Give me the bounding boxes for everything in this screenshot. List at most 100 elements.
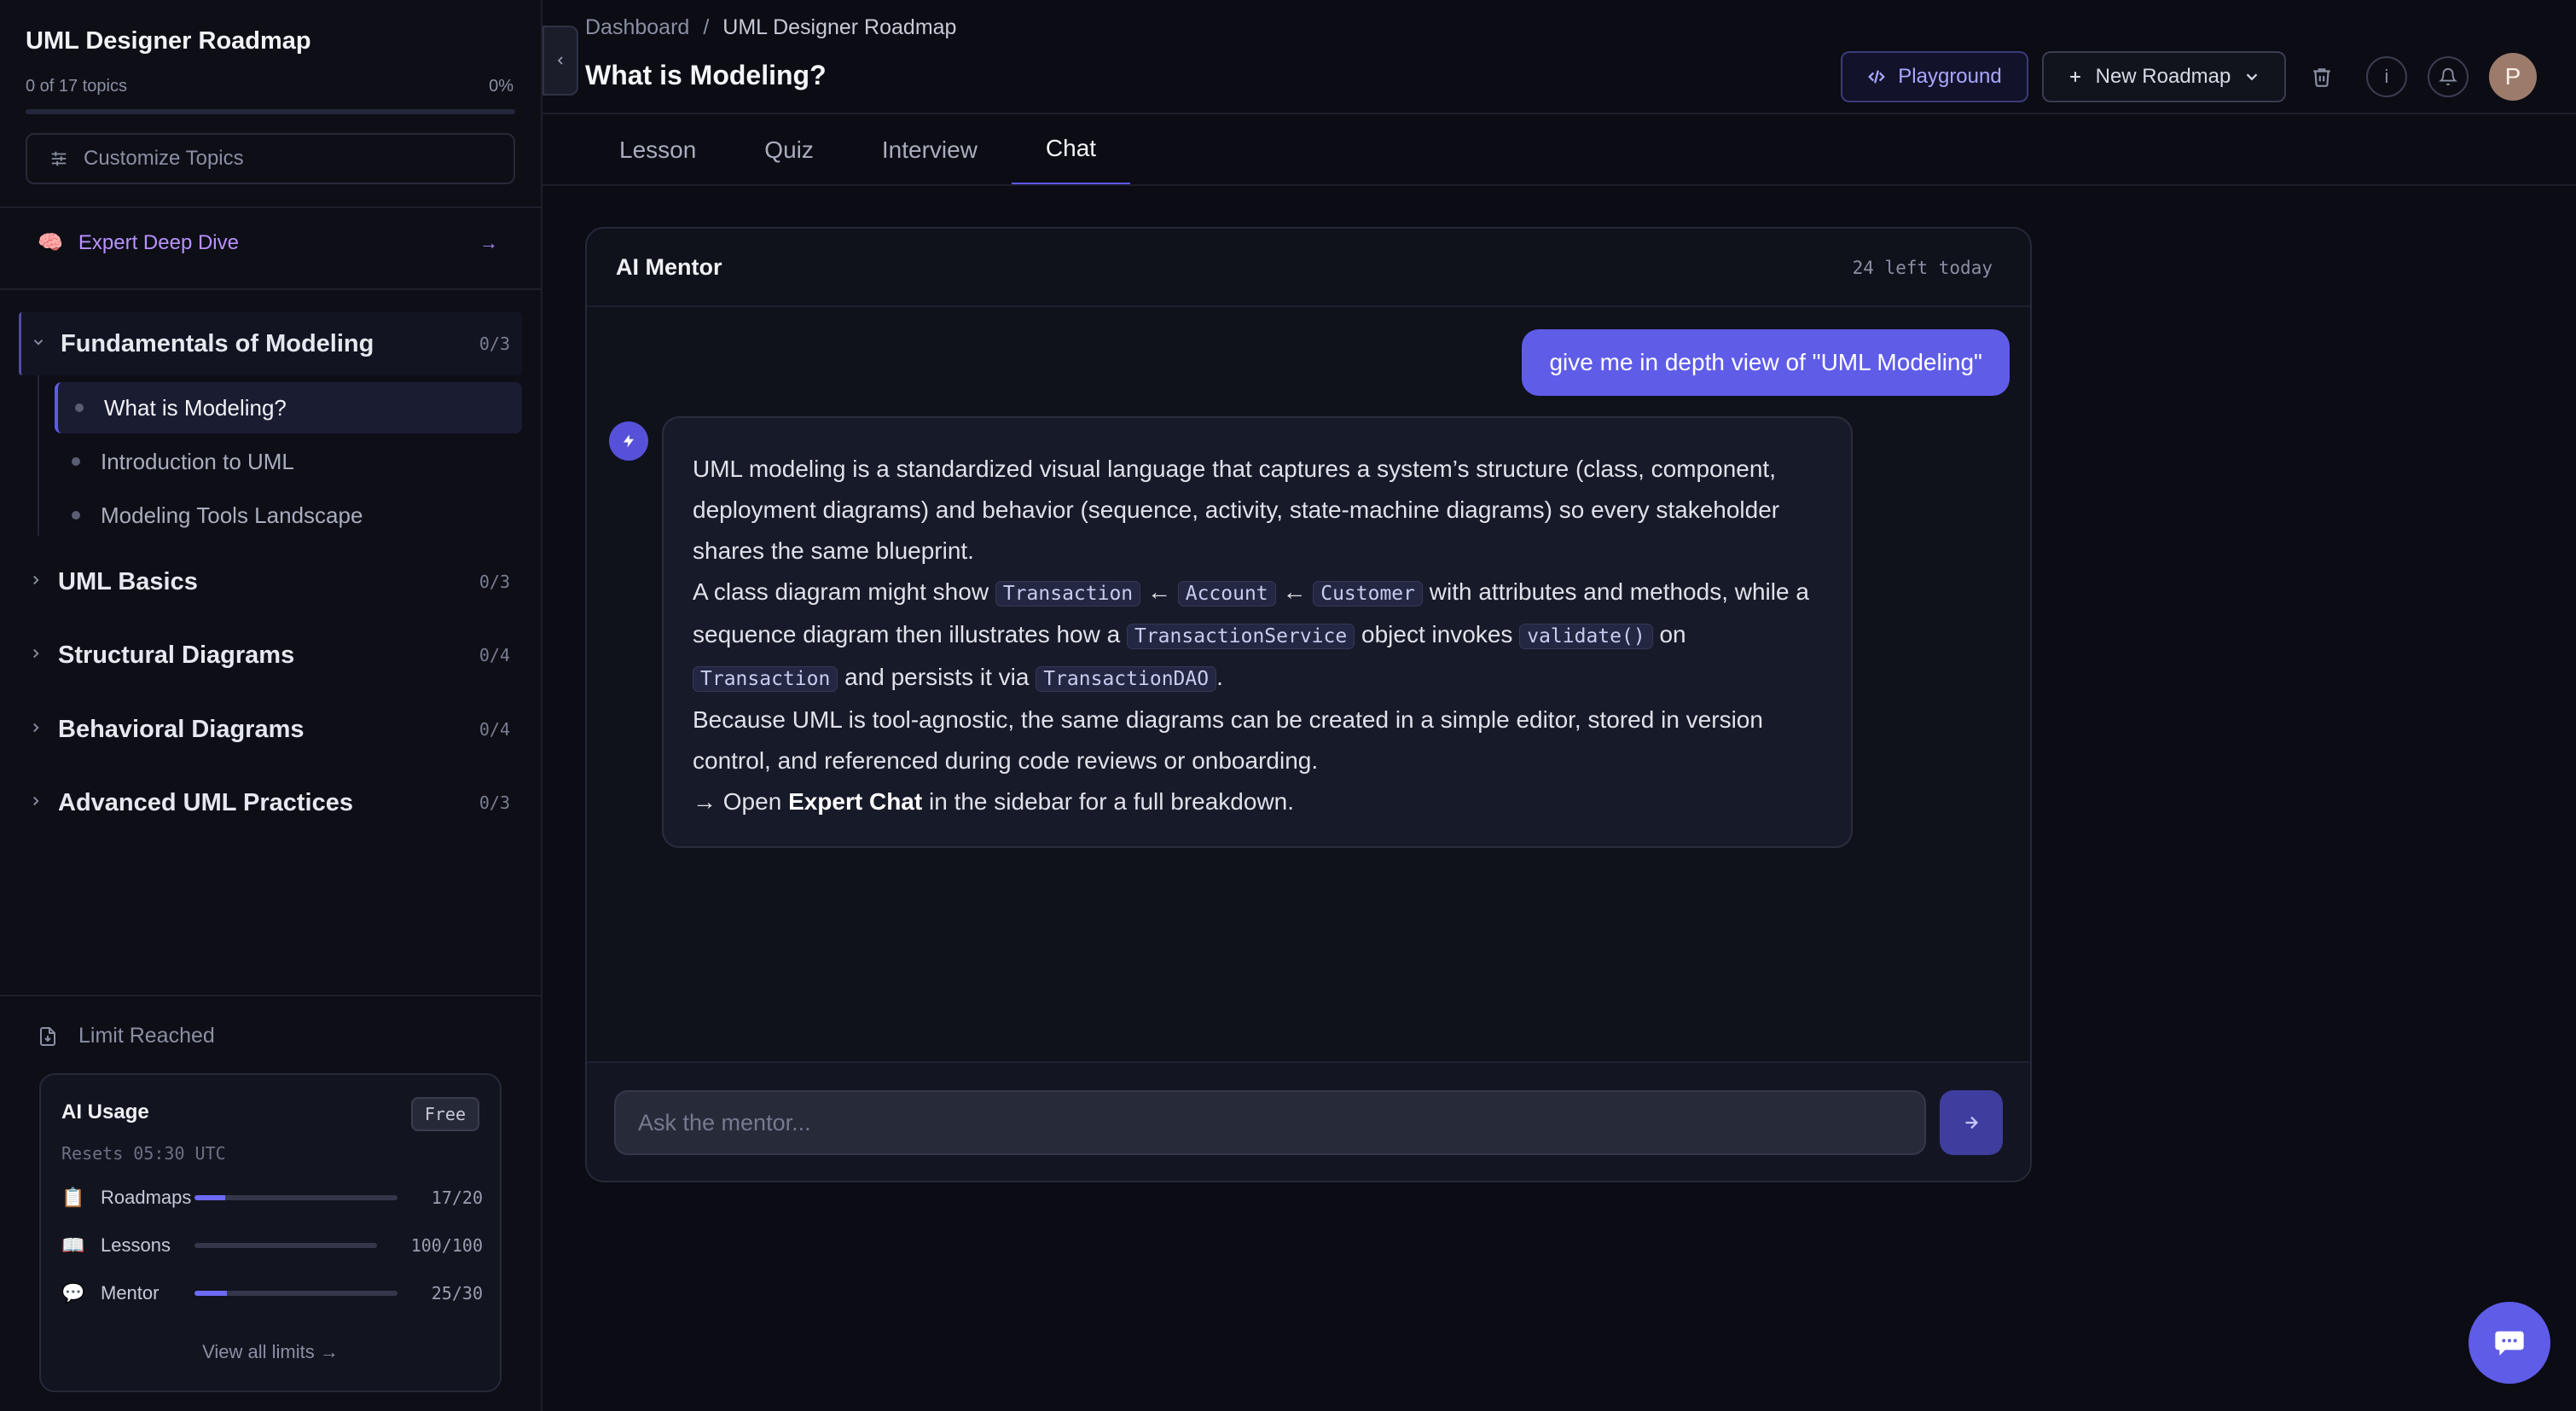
section-label: Advanced UML Practices <box>58 788 353 816</box>
customize-topics-button[interactable]: Customize Topics <box>26 133 515 184</box>
code-snippet: Customer <box>1313 581 1423 607</box>
new-roadmap-label: New Roadmap <box>2095 65 2231 88</box>
code-snippet: validate() <box>1519 624 1653 649</box>
chat-input[interactable] <box>614 1090 1926 1155</box>
mentor-paragraph: A class diagram might show Transaction ←… <box>693 572 1822 700</box>
chevron-right-icon <box>19 718 53 740</box>
topic-introduction-to-uml[interactable]: Introduction to UML <box>55 436 522 487</box>
messages-remaining: 24 left today <box>1852 258 1993 278</box>
usage-bar <box>194 1243 377 1248</box>
delete-button[interactable] <box>2301 56 2342 97</box>
section-count: 0/3 <box>479 793 510 813</box>
tab-quiz[interactable]: Quiz <box>730 114 848 186</box>
sidebar-divider <box>0 288 542 290</box>
topic-label: Modeling Tools Landscape <box>101 502 363 528</box>
tab-chat[interactable]: Chat <box>1011 114 1131 186</box>
topic-status-dot <box>72 457 80 466</box>
trash-icon <box>2313 68 2330 87</box>
new-roadmap-button[interactable]: New Roadmap <box>2042 51 2286 102</box>
topic-modeling-tools-landscape[interactable]: Modeling Tools Landscape <box>55 490 522 541</box>
code-snippet: TransactionService <box>1126 624 1355 649</box>
speech-bubble-icon: 💬 <box>61 1282 85 1304</box>
bolt-icon <box>609 421 648 461</box>
breadcrumb-dashboard[interactable]: Dashboard <box>585 15 689 40</box>
floating-chat-button[interactable] <box>2469 1302 2550 1384</box>
plan-badge: Free <box>410 1097 479 1131</box>
chevron-right-icon <box>19 644 53 666</box>
tabs-divider <box>542 184 2576 186</box>
collapse-sidebar-button[interactable] <box>542 26 578 96</box>
mentor-paragraph: UML modeling is a standardized visual la… <box>693 456 1780 564</box>
roadmap-title: UML Designer Roadmap <box>26 27 311 55</box>
code-snippet: TransactionDAO <box>1036 666 1217 692</box>
section-label: Fundamentals of Modeling <box>61 329 374 357</box>
expert-chat-emphasis: Expert Chat <box>788 788 923 815</box>
arrow-left-glyph: ← <box>1146 578 1171 605</box>
section-count: 0/4 <box>479 719 510 740</box>
usage-row-mentor: 💬 Mentor 25/30 <box>61 1276 483 1310</box>
breadcrumb-current: UML Designer Roadmap <box>722 15 957 39</box>
usage-bar-fill <box>194 1195 225 1200</box>
expert-deep-dive-label: Expert Deep Dive <box>78 230 239 254</box>
section-uml-basics[interactable]: UML Basics 0/3 <box>19 550 522 613</box>
mentor-paragraph: → Open Expert Chat in the sidebar for a … <box>693 781 1822 822</box>
progress-text: 0 of 17 topics <box>26 77 127 96</box>
usage-value: 25/30 <box>431 1283 483 1304</box>
topic-what-is-modeling[interactable]: What is Modeling? <box>55 382 522 433</box>
section-count: 0/4 <box>479 645 510 665</box>
text: object invokes <box>1361 621 1513 647</box>
view-all-limits-link[interactable]: View all limits → <box>41 1341 500 1363</box>
code-snippet: Account <box>1177 581 1276 607</box>
section-structural-diagrams[interactable]: Structural Diagrams 0/4 <box>19 624 522 687</box>
sidebar-divider <box>0 995 542 996</box>
mentor-message: UML modeling is a standardized visual la… <box>662 416 1853 848</box>
info-button[interactable]: i <box>2366 56 2407 97</box>
usage-row-roadmaps: 📋 Roadmaps 17/20 <box>61 1181 483 1215</box>
chevron-down-icon <box>2247 73 2258 81</box>
send-button[interactable] <box>1940 1090 2003 1155</box>
breadcrumb: Dashboard / UML Designer Roadmap <box>585 15 956 40</box>
playground-button[interactable]: Playground <box>1841 51 2028 102</box>
section-behavioral-diagrams[interactable]: Behavioral Diagrams 0/4 <box>19 698 522 761</box>
usage-reset-time: Resets 05:30 UTC <box>61 1143 226 1164</box>
info-icon: i <box>2384 66 2389 87</box>
usage-value: 100/100 <box>410 1235 483 1256</box>
avatar[interactable]: P <box>2489 53 2537 101</box>
topic-tree-line <box>38 375 39 536</box>
arrow-right-icon <box>1965 1116 1979 1129</box>
chat-divider <box>587 305 2030 307</box>
text: A class diagram might show <box>693 578 989 605</box>
page-title: What is Modeling? <box>585 60 827 90</box>
usage-row-lessons: 📖 Lessons 100/100 <box>61 1228 483 1263</box>
section-count: 0/3 <box>479 334 510 354</box>
text: → Open <box>693 788 782 815</box>
chat-input-area <box>587 1061 2030 1181</box>
topic-status-dot <box>75 404 84 412</box>
topic-label: Introduction to UML <box>101 448 294 474</box>
expert-deep-dive-link[interactable]: 🧠 Expert Deep Dive <box>38 230 239 255</box>
arrow-right-icon: → <box>479 232 498 253</box>
topic-label: What is Modeling? <box>104 394 287 421</box>
code-icon <box>1868 70 1886 84</box>
app-root: UML Designer Roadmap 0 of 17 topics 0% C… <box>0 0 2576 1411</box>
section-fundamentals-of-modeling[interactable]: Fundamentals of Modeling 0/3 <box>19 312 522 375</box>
usage-bar <box>194 1195 397 1200</box>
section-label: UML Basics <box>58 567 198 595</box>
chat-bubble-icon <box>2495 1331 2524 1356</box>
ai-mentor-chat: AI Mentor 24 left today give me in depth… <box>585 227 2032 1182</box>
usage-bar-fill <box>194 1291 228 1296</box>
file-download-icon <box>40 1026 55 1046</box>
progress-bar <box>26 109 515 114</box>
ai-usage-title: AI Usage <box>61 1100 149 1124</box>
book-icon: 📖 <box>61 1234 85 1256</box>
notifications-button[interactable] <box>2428 56 2469 97</box>
playground-label: Playground <box>1898 65 2002 88</box>
tab-bar: Lesson Quiz Interview Chat <box>585 114 1131 186</box>
usage-label: Lessons <box>101 1234 171 1256</box>
mentor-paragraph: Because UML is tool-agnostic, the same d… <box>693 706 1763 774</box>
section-advanced-uml-practices[interactable]: Advanced UML Practices 0/3 <box>19 771 522 834</box>
usage-bar <box>194 1291 397 1296</box>
brain-icon: 🧠 <box>38 231 63 254</box>
tab-interview[interactable]: Interview <box>848 114 1012 186</box>
tab-lesson[interactable]: Lesson <box>585 114 730 186</box>
